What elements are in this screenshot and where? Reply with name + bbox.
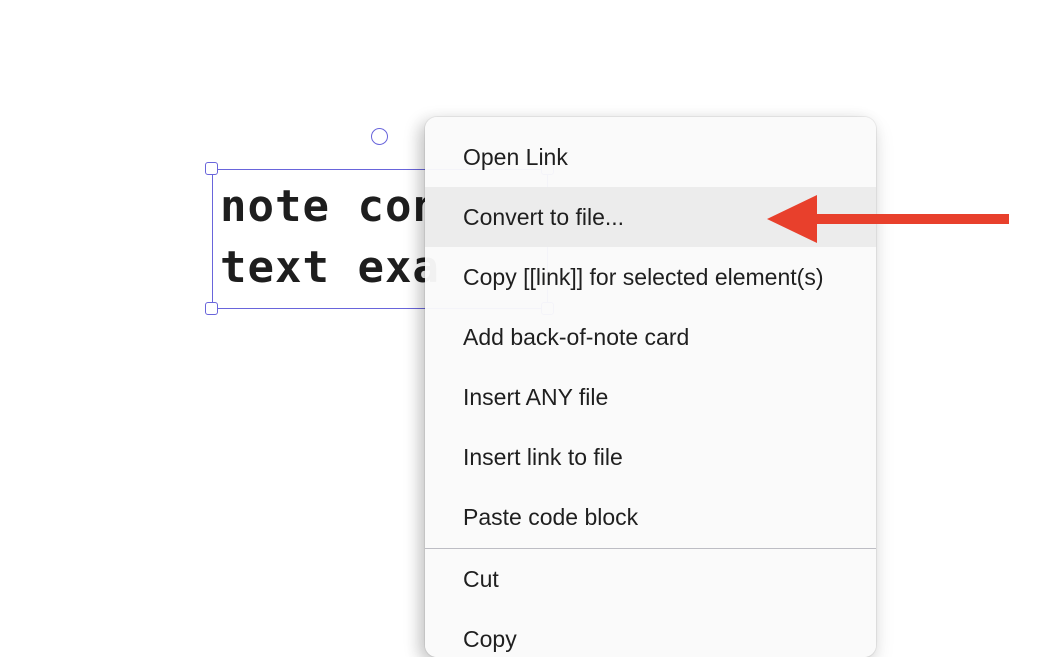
menu-item-label: Add back-of-note card: [463, 323, 690, 350]
arrow-shaft: [813, 214, 1009, 224]
rotate-handle[interactable]: [371, 128, 388, 145]
drawing-canvas[interactable]: note con text exa Open Link Convert to f…: [0, 0, 1040, 657]
menu-item-label: Open Link: [463, 143, 568, 170]
arrow-head: [767, 195, 817, 243]
annotation-arrow-icon: [767, 195, 1009, 243]
menu-item-label: Paste code block: [463, 503, 639, 530]
resize-handle-bottom-left[interactable]: [205, 302, 218, 315]
menu-item-label: Copy: [463, 625, 517, 652]
menu-item-label: Insert link to file: [463, 443, 623, 470]
menu-item-paste-code-block[interactable]: Paste code block: [425, 487, 876, 547]
menu-item-insert-any-file[interactable]: Insert ANY file: [425, 367, 876, 427]
menu-item-open-link[interactable]: Open Link: [425, 127, 876, 187]
menu-item-add-back-of-note-card[interactable]: Add back-of-note card: [425, 307, 876, 367]
menu-item-cut[interactable]: Cut: [425, 549, 876, 609]
menu-item-copy-link[interactable]: Copy [[link]] for selected element(s): [425, 247, 876, 307]
menu-item-label: Insert ANY file: [463, 383, 609, 410]
menu-item-label: Copy [[link]] for selected element(s): [463, 263, 824, 290]
menu-item-label: Convert to file...: [463, 203, 625, 230]
menu-item-label: Cut: [463, 565, 499, 592]
menu-item-copy[interactable]: Copy: [425, 609, 876, 657]
resize-handle-top-left[interactable]: [205, 162, 218, 175]
menu-item-insert-link-to-file[interactable]: Insert link to file: [425, 427, 876, 487]
